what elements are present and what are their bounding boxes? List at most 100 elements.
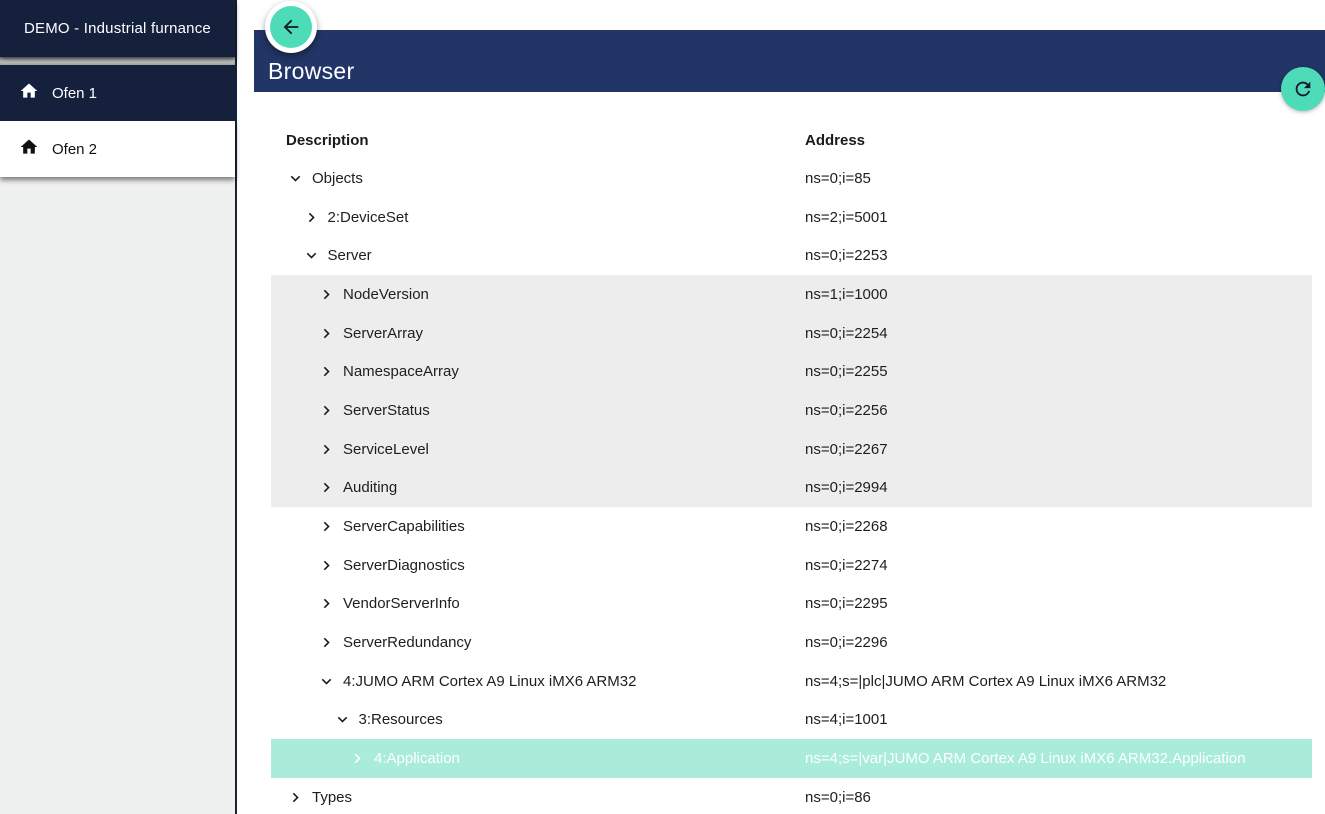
tree-row[interactable]: ServerArray ns=0;i=2254 xyxy=(271,314,1312,353)
chevron-right-icon[interactable] xyxy=(317,556,336,575)
tree-row-address: ns=0;i=2274 xyxy=(805,557,1312,574)
tree-row[interactable]: NodeVersion ns=1;i=1000 xyxy=(271,275,1312,314)
tree-row-address: ns=4;s=|plc|JUMO ARM Cortex A9 Linux iMX… xyxy=(805,673,1312,690)
tree-row[interactable]: Serverns=0;i=2253 xyxy=(271,236,1312,275)
tree-row-address: ns=0;i=86 xyxy=(805,789,1312,806)
tree-row-address: ns=0;i=2267 xyxy=(805,441,1312,458)
column-header-address: Address xyxy=(805,132,1312,149)
sidebar-item-ofen-1[interactable]: Ofen 1 xyxy=(0,65,235,121)
tree-row-description-cell: ServerStatus xyxy=(271,401,805,420)
chevron-down-icon[interactable] xyxy=(302,246,321,265)
refresh-button[interactable] xyxy=(1281,67,1325,111)
tree-row[interactable]: 3:Resources ns=4;i=1001 xyxy=(271,701,1312,740)
tree-row[interactable]: VendorServerInfo ns=0;i=2295 xyxy=(271,585,1312,624)
tree-row-address: ns=2;i=5001 xyxy=(805,209,1312,226)
tree-row-address: ns=0;i=2254 xyxy=(805,325,1312,342)
chevron-right-icon[interactable] xyxy=(317,594,336,613)
home-icon xyxy=(19,81,39,105)
tree-row[interactable]: ServerStatusns=0;i=2256 xyxy=(271,391,1312,430)
tree-row-address: ns=0;i=2255 xyxy=(805,363,1312,380)
tree-row-description-cell: 3:Resources xyxy=(271,710,805,729)
sidebar-item-ofen-2[interactable]: Ofen 2 xyxy=(0,121,235,177)
tree-row-description-cell: Objects xyxy=(271,169,805,188)
tree-row[interactable]: Objects ns=0;i=85 xyxy=(271,159,1312,198)
tree-row[interactable]: ServerRedundancyns=0;i=2296 xyxy=(271,623,1312,662)
tree-row-description-cell: ServerRedundancy xyxy=(271,633,805,652)
refresh-icon xyxy=(1292,78,1314,100)
tree-row[interactable]: 4:JUMO ARM Cortex A9 Linux iMX6 ARM32 ns=… xyxy=(271,662,1312,701)
back-button-disc xyxy=(270,6,312,48)
tree-rows: Objects ns=0;i=85 2:DeviceSet ns=2;i=5001 Se… xyxy=(271,159,1312,814)
tree-row-label: Objects xyxy=(312,170,363,187)
chevron-right-icon[interactable] xyxy=(317,440,336,459)
tree-row[interactable]: ServiceLevel ns=0;i=2267 xyxy=(271,430,1312,469)
chevron-down-icon[interactable] xyxy=(286,169,305,188)
tree-row-address: ns=1;i=1000 xyxy=(805,286,1312,303)
tree-row[interactable]: ServerCapabilities ns=0;i=2268 xyxy=(271,507,1312,546)
chevron-right-icon[interactable] xyxy=(317,285,336,304)
tree-row-label: ServerCapabilities xyxy=(343,518,465,535)
sidebar-item-label: Ofen 2 xyxy=(52,141,97,158)
tree-row-address: ns=0;i=2268 xyxy=(805,518,1312,535)
tree-row-address: ns=0;i=2994 xyxy=(805,479,1312,496)
tree-row-label: VendorServerInfo xyxy=(343,595,460,612)
tree-row[interactable]: Types ns=0;i=86 xyxy=(271,778,1312,814)
chevron-right-icon[interactable] xyxy=(317,401,336,420)
tree-row-description-cell: ServerDiagnostics xyxy=(271,556,805,575)
chevron-right-icon[interactable] xyxy=(317,633,336,652)
tree-row-label: 3:Resources xyxy=(359,711,443,728)
tree-row[interactable]: 2:DeviceSet ns=2;i=5001 xyxy=(271,198,1312,237)
chevron-right-icon[interactable] xyxy=(317,517,336,536)
tree-row-description-cell: NodeVersion xyxy=(271,285,805,304)
tree-row-label: ServiceLevel xyxy=(343,441,429,458)
tree-row-address: ns=0;i=2256 xyxy=(805,402,1312,419)
chevron-right-icon[interactable] xyxy=(286,788,305,807)
tree-row-description-cell: ServiceLevel xyxy=(271,440,805,459)
tree-row-label: 4:Application xyxy=(374,750,460,767)
back-arrow-icon xyxy=(280,16,302,38)
back-button[interactable] xyxy=(265,1,317,53)
tree-row-label: ServerDiagnostics xyxy=(343,557,465,574)
chevron-down-icon[interactable] xyxy=(317,672,336,691)
chevron-right-icon[interactable] xyxy=(348,749,367,768)
sidebar-item-label: Ofen 1 xyxy=(52,85,97,102)
tree-row-description-cell: NamespaceArray xyxy=(271,362,805,381)
chevron-down-icon[interactable] xyxy=(333,710,352,729)
tree-row-address: ns=0;i=2253 xyxy=(805,247,1312,264)
tree-row-description-cell: ServerCapabilities xyxy=(271,517,805,536)
chevron-right-icon[interactable] xyxy=(317,478,336,497)
home-icon xyxy=(19,137,39,161)
tree-row-label: NodeVersion xyxy=(343,286,429,303)
tree-row-address: ns=0;i=85 xyxy=(805,170,1312,187)
tree-row-label: ServerArray xyxy=(343,325,423,342)
tree-row-label: 2:DeviceSet xyxy=(328,209,409,226)
tree-row-label: Types xyxy=(312,789,352,806)
tree-row-address: ns=4;s=|var|JUMO ARM Cortex A9 Linux iMX… xyxy=(805,750,1312,767)
tree-row[interactable]: Auditingns=0;i=2994 xyxy=(271,469,1312,508)
tree-row[interactable]: NamespaceArrayns=0;i=2255 xyxy=(271,352,1312,391)
tree-row-label: 4:JUMO ARM Cortex A9 Linux iMX6 ARM32 xyxy=(343,673,636,690)
tree-row-label: ServerRedundancy xyxy=(343,634,471,651)
chevron-right-icon[interactable] xyxy=(317,324,336,343)
tree-row-description-cell: Types xyxy=(271,788,805,807)
tree-row-description-cell: VendorServerInfo xyxy=(271,594,805,613)
refresh-button-disc xyxy=(1281,67,1325,111)
tree-row-description-cell: 4:JUMO ARM Cortex A9 Linux iMX6 ARM32 xyxy=(271,672,805,691)
tree-row[interactable]: ServerDiagnostics ns=0;i=2274 xyxy=(271,546,1312,585)
main-area: Browser Description Address xyxy=(239,0,1325,814)
sidebar: DEMO - Industrial furnance Ofen 1 Ofen 2 xyxy=(0,0,237,814)
tree-row-description-cell: 2:DeviceSet xyxy=(271,208,805,227)
tree-row-description-cell: Auditing xyxy=(271,478,805,497)
chevron-right-icon[interactable] xyxy=(302,208,321,227)
chevron-right-icon[interactable] xyxy=(317,362,336,381)
sidebar-divider xyxy=(0,57,235,65)
tree-row-description-cell: ServerArray xyxy=(271,324,805,343)
tree-row-description-cell: 4:Application xyxy=(271,749,805,768)
column-header-description: Description xyxy=(271,132,805,149)
tree-row-address: ns=0;i=2295 xyxy=(805,595,1312,612)
sidebar-nav: Ofen 1 Ofen 2 xyxy=(0,65,235,177)
back-button-halo xyxy=(265,1,317,53)
app-title: DEMO - Industrial furnance xyxy=(0,0,235,57)
tree-row-address: ns=4;i=1001 xyxy=(805,711,1312,728)
tree-row[interactable]: 4:Application ns=4;s=|var|JUMO ARM Cortex… xyxy=(271,739,1312,778)
